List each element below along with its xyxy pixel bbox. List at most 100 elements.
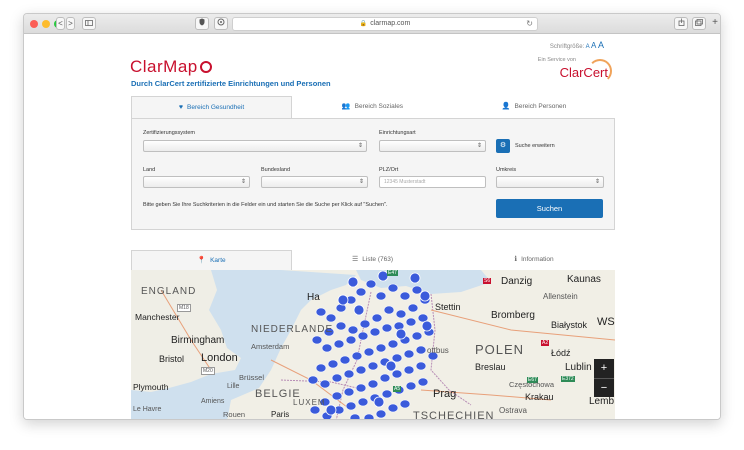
map-label-e47: E47 xyxy=(387,270,398,276)
sidebar-toggle-button[interactable] xyxy=(82,17,96,30)
lock-icon: 🔒 xyxy=(359,21,368,27)
tab-karte[interactable]: 📍 Karte xyxy=(131,250,292,270)
tab-information[interactable]: ℹ Information xyxy=(453,250,615,270)
map-label-krakau: Krakau xyxy=(525,392,554,402)
einrichtungsart-label: Einrichtungsart xyxy=(379,130,416,136)
map-label-ws: WS xyxy=(597,316,615,328)
expand-search-button[interactable]: ⚙ xyxy=(496,139,510,153)
einrichtungsart-select[interactable]: ⇕ xyxy=(379,140,486,152)
tab-gesundheit[interactable]: ♥ Bereich Gesundheit xyxy=(131,96,292,118)
close-window-button[interactable] xyxy=(30,20,38,28)
map-label-hamburg: Ha xyxy=(307,292,320,303)
map-label-amsterdam: Amsterdam xyxy=(251,342,290,351)
map-label-a2: A2 xyxy=(541,340,550,346)
share-icon xyxy=(678,18,684,26)
land-label: Land xyxy=(143,167,156,173)
map-label-plymouth: Plymouth xyxy=(133,382,169,392)
tab-soziales[interactable]: 👥 Bereich Soziales xyxy=(292,96,453,118)
map-label-rouen: Rouen xyxy=(223,410,246,419)
forward-button[interactable]: > xyxy=(66,17,75,30)
extension-icon xyxy=(217,18,225,26)
zertifizierungssystem-label: Zertifizierungssystem xyxy=(143,130,195,136)
reload-icon[interactable]: ↻ xyxy=(526,18,533,30)
map-label-lille: Lille xyxy=(227,383,240,390)
tab-karte-label: Karte xyxy=(210,257,226,264)
tab-liste-label: Liste (763) xyxy=(362,256,393,263)
search-button[interactable]: Suchen xyxy=(496,199,603,218)
extension-button[interactable] xyxy=(214,17,228,30)
tab-gesundheit-label: Bereich Gesundheit xyxy=(187,104,245,111)
tab-liste[interactable]: ☰ Liste (763) xyxy=(292,250,453,270)
map-label-polen: POLEN xyxy=(475,342,525,357)
map-label-amiens: Amiens xyxy=(201,398,225,405)
select-arrows-icon: ⇕ xyxy=(594,179,600,185)
tab-personen-label: Bereich Personen xyxy=(514,103,567,110)
map-label-birmingham: Birmingham xyxy=(171,335,225,346)
result-tabs: 📍 Karte ☰ Liste (763) ℹ Information xyxy=(131,250,615,270)
map-label-niederlande: NIEDERLANDE xyxy=(251,324,334,335)
map-label-breslau: Breslau xyxy=(475,362,506,372)
map-label-tschechien: TSCHECHIEN xyxy=(413,410,495,420)
font-size-small[interactable]: A xyxy=(586,44,590,50)
zertifizierungssystem-select[interactable]: ⇕ xyxy=(143,140,367,152)
font-size-large[interactable]: A xyxy=(598,40,604,50)
map-view[interactable]: ENGLAND Manchester M18 Birmingham Bristo… xyxy=(131,270,615,420)
area-tabs: ♥ Bereich Gesundheit 👥 Bereich Soziales 👤 B… xyxy=(131,96,615,118)
new-tab-button[interactable]: + xyxy=(710,17,720,30)
tab-personen[interactable]: 👤 Bereich Personen xyxy=(453,96,615,118)
font-size-label: Schriftgröße: xyxy=(549,44,585,50)
bundesland-select[interactable]: ⇕ xyxy=(261,176,368,188)
zoom-out-button[interactable]: − xyxy=(594,378,614,397)
map-label-lublin: Lublin xyxy=(565,362,592,373)
sidebar-icon xyxy=(85,20,93,26)
plz-label: PLZ/Ort xyxy=(379,167,399,173)
person-icon: 👤 xyxy=(501,103,511,110)
share-button[interactable] xyxy=(674,17,688,30)
back-arrow-icon: < xyxy=(58,19,63,28)
browser-window: < > 🔒 clarmap.com ↻ + Schriftgröße: A A A xyxy=(23,13,721,420)
address-bar[interactable]: 🔒 clarmap.com ↻ xyxy=(232,17,538,31)
clarcert-logo[interactable]: ClarCert xyxy=(560,59,612,83)
expand-search-label[interactable]: Suche erweitern xyxy=(515,143,555,149)
clarmap-logo[interactable]: ClarMap xyxy=(130,57,212,77)
map-label-bristol: Bristol xyxy=(159,354,185,364)
logo-text: ClarMap xyxy=(130,57,198,76)
shield-icon xyxy=(199,18,205,26)
map-label-e372: E372 xyxy=(561,376,575,382)
url-text: clarmap.com xyxy=(370,20,411,27)
zoom-in-button[interactable]: + xyxy=(594,359,614,378)
shield-button[interactable] xyxy=(195,17,209,30)
font-size-medium[interactable]: A xyxy=(591,41,596,50)
map-label-le-havre: Le Havre xyxy=(133,406,162,413)
tabs-icon xyxy=(695,19,703,26)
logo-ring-icon xyxy=(199,61,212,73)
map-label-london: London xyxy=(201,352,238,364)
map-label-prag: Prag xyxy=(433,388,457,400)
map-label-bruessel: Brüssel xyxy=(239,373,265,382)
back-button[interactable]: < xyxy=(56,17,65,30)
map-label-manchester: Manchester xyxy=(135,312,180,322)
tabs-overview-button[interactable] xyxy=(692,17,706,30)
group-icon: 👥 xyxy=(341,103,351,110)
minus-icon: − xyxy=(600,382,608,394)
gear-icon: ⚙ xyxy=(499,142,507,149)
land-select[interactable]: ⇕ xyxy=(143,176,250,188)
info-icon: ℹ xyxy=(514,256,518,263)
tab-information-label: Information xyxy=(521,256,554,263)
select-arrows-icon: ⇕ xyxy=(357,143,363,149)
minimize-window-button[interactable] xyxy=(42,20,50,28)
map-label-luxembourg: LUXEM xyxy=(293,398,326,407)
map-label-danzig: Danzig xyxy=(501,276,533,287)
umkreis-select[interactable]: ⇕ xyxy=(496,176,604,188)
map-label-stettin: Stettin xyxy=(435,302,461,312)
map-marker-icon: 📍 xyxy=(197,257,207,264)
map-label-czestochowa: Częstochowa xyxy=(509,380,555,389)
select-arrows-icon: ⇕ xyxy=(358,179,364,185)
bundesland-label: Bundesland xyxy=(261,167,291,173)
service-label: Ein Service von xyxy=(537,57,576,63)
umkreis-label: Umkreis xyxy=(496,167,517,173)
page-content: Schriftgröße: A A A ClarMap Durch ClarCe… xyxy=(24,34,720,420)
map-label-ostrava: Ostrava xyxy=(499,406,528,415)
select-arrows-icon: ⇕ xyxy=(240,179,246,185)
plz-input[interactable]: 12345 Musterstadt xyxy=(379,176,486,188)
